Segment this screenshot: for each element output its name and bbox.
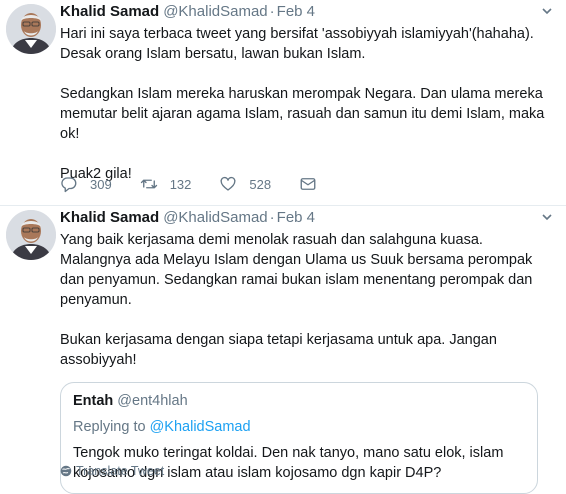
replying-to-link[interactable]: @KhalidSamad: [150, 419, 251, 435]
tweet-paragraph: Bukan kerjasama dengan siapa tetapi kerj…: [60, 332, 497, 368]
tweet-text: Yang baik kerjasama demi menolak rasuah …: [60, 230, 552, 370]
direct-message-button[interactable]: [299, 175, 329, 193]
translate-tweet-label: Translate Tweet: [76, 464, 165, 478]
retweet-icon: [140, 179, 157, 189]
tweet[interactable]: Khalid Samad @KhalidSamad · Feb 4 Yang baik…: [0, 206, 566, 494]
replying-to: Replying to @KhalidSamad: [73, 417, 525, 437]
tweet-text: Hari ini saya terbaca tweet yang bersifa…: [60, 24, 552, 184]
globe-icon: [60, 465, 72, 477]
tweet-paragraph: Hari ini saya terbaca tweet yang bersifa…: [60, 26, 534, 62]
tweet-actions: 309 132 528: [60, 172, 357, 196]
quoted-author-handle: @ent4hlah: [117, 393, 188, 409]
quoted-tweet-header: Entah @ent4hlah: [73, 391, 525, 411]
like-icon: [220, 176, 236, 191]
reply-button[interactable]: 309: [60, 175, 112, 193]
like-button[interactable]: 528: [219, 175, 271, 193]
chevron-down-icon[interactable]: [538, 208, 556, 226]
tweet-paragraph: Sedangkan Islam mereka haruskan merompak…: [60, 86, 545, 142]
avatar[interactable]: [6, 4, 56, 54]
author-name[interactable]: Khalid Samad: [60, 3, 159, 20]
tweet-date[interactable]: Feb 4: [277, 209, 315, 226]
retweet-button[interactable]: 132: [140, 175, 192, 193]
reply-count: 309: [90, 176, 112, 192]
tweet[interactable]: Khalid Samad @KhalidSamad · Feb 4 Hari ini …: [0, 0, 566, 206]
reply-icon: [61, 177, 77, 193]
chevron-down-icon[interactable]: [538, 2, 556, 20]
translate-tweet-button[interactable]: Translate Tweet: [60, 464, 164, 478]
author-handle[interactable]: @KhalidSamad: [163, 3, 267, 20]
like-count: 528: [249, 176, 272, 192]
replying-to-label: Replying to: [73, 419, 150, 435]
separator-dot: ·: [269, 209, 275, 226]
author-name[interactable]: Khalid Samad: [60, 209, 159, 226]
author-handle[interactable]: @KhalidSamad: [163, 209, 267, 226]
tweet-paragraph: Yang baik kerjasama demi menolak rasuah …: [60, 232, 533, 308]
direct-message-icon: [300, 178, 316, 190]
separator-dot: ·: [269, 3, 275, 20]
retweet-count: 132: [169, 176, 192, 192]
tweet-header: Khalid Samad @KhalidSamad · Feb 4: [60, 206, 552, 230]
avatar[interactable]: [6, 210, 56, 260]
tweet-header: Khalid Samad @KhalidSamad · Feb 4: [60, 0, 552, 24]
tweet-date[interactable]: Feb 4: [277, 3, 315, 20]
quoted-author-name: Entah: [73, 393, 114, 409]
